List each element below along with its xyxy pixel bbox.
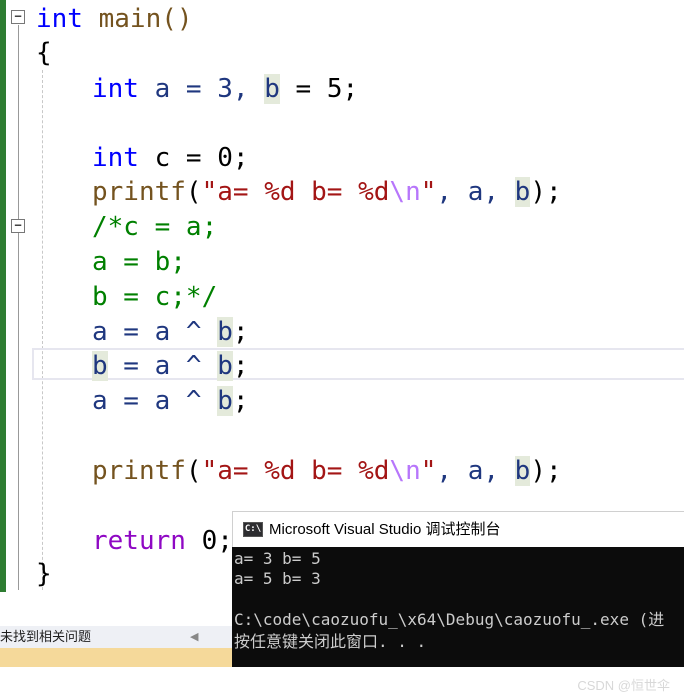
- highlighted-var-b: b: [514, 456, 531, 486]
- console-line: 按任意键关闭此窗口. . .: [234, 632, 427, 651]
- code-line[interactable]: b = a ^ b;: [92, 349, 249, 383]
- comment-line[interactable]: b = c;*/: [92, 280, 217, 314]
- code-text: , a,: [436, 456, 515, 486]
- code-line[interactable]: int a = 3, b = 5;: [92, 72, 358, 106]
- function-main: main(): [82, 4, 193, 34]
- code-text: c = 0;: [138, 143, 249, 173]
- highlighted-var-b: b: [92, 351, 108, 381]
- function-printf: printf: [92, 177, 186, 207]
- keyword-return: return: [92, 526, 186, 556]
- console-output[interactable]: a= 3 b= 5 a= 5 b= 3 C:\code\caozuofu_\x6…: [232, 547, 684, 693]
- keyword-int: int: [36, 4, 83, 34]
- console-app-icon: C:\: [243, 522, 263, 537]
- code-text: a: [92, 386, 108, 416]
- highlighted-var-b: b: [217, 351, 233, 381]
- code-text: ;: [232, 386, 249, 416]
- function-printf: printf: [92, 456, 186, 486]
- comment-line[interactable]: a = b;: [92, 245, 186, 279]
- code-line[interactable]: int c = 0;: [92, 141, 249, 175]
- code-text: a = 3,: [138, 74, 265, 104]
- comment-text: /*c = a;: [92, 212, 218, 242]
- code-line[interactable]: a = a ^ b;: [92, 315, 249, 349]
- code-text: (: [185, 177, 202, 207]
- string-literal: "a= %d b= %d: [201, 456, 390, 486]
- editor-bottom-area: [0, 592, 232, 626]
- status-strip: [0, 648, 240, 667]
- code-line[interactable]: {: [36, 36, 52, 70]
- code-line[interactable]: a = a ^ b;: [92, 384, 249, 418]
- indent-guide: [42, 70, 43, 590]
- string-literal: ": [420, 456, 437, 486]
- debug-console-window[interactable]: C:\ Microsoft Visual Studio 调试控制台 a= 3 b…: [232, 511, 684, 693]
- code-text: = 5;: [279, 74, 359, 104]
- highlighted-var-b: b: [217, 386, 233, 416]
- code-line[interactable]: return 0;: [92, 524, 233, 558]
- comment-text: a = b;: [92, 247, 186, 277]
- code-text: = a ^: [107, 351, 218, 381]
- code-text: );: [530, 177, 562, 207]
- editor-gutter: [6, 0, 32, 592]
- string-literal: "a= %d b= %d: [201, 177, 390, 207]
- escape-sequence: \n: [389, 177, 421, 207]
- keyword-int: int: [92, 143, 139, 173]
- console-title: Microsoft Visual Studio 调试控制台: [269, 521, 501, 538]
- code-text: a: [92, 317, 108, 347]
- code-line[interactable]: printf("a= %d b= %d\n", a, b);: [92, 454, 562, 488]
- code-text: (: [185, 456, 202, 486]
- brace-open: {: [36, 38, 52, 68]
- code-text: ;: [232, 351, 249, 381]
- status-bar: 未找到相关问题 ◀: [0, 626, 240, 648]
- keyword-int: int: [92, 74, 139, 104]
- code-text: 0;: [185, 526, 233, 556]
- string-literal: ": [420, 177, 437, 207]
- code-text: ;: [232, 317, 249, 347]
- code-text: = a ^: [107, 317, 218, 347]
- code-line[interactable]: }: [36, 557, 52, 591]
- console-title-bar[interactable]: C:\ Microsoft Visual Studio 调试控制台: [232, 511, 684, 547]
- console-line: a= 5 b= 3: [234, 569, 321, 588]
- fold-toggle-main-icon[interactable]: −: [11, 10, 25, 24]
- highlighted-var-b: b: [217, 317, 233, 347]
- code-text: );: [530, 456, 562, 486]
- watermark: CSDN @恒世伞: [577, 678, 670, 693]
- brace-close: }: [36, 559, 52, 589]
- code-editor[interactable]: − − int main() { int a = 3, b = 5; int c…: [0, 0, 684, 592]
- status-no-issues-text: 未找到相关问题: [0, 629, 92, 644]
- fold-line: [18, 25, 19, 590]
- scroll-left-icon[interactable]: ◀: [190, 626, 198, 648]
- console-line: a= 3 b= 5: [234, 549, 321, 568]
- comment-text: b = c;*/: [92, 282, 218, 312]
- console-line: C:\code\caozuofu_\x64\Debug\caozuofu_.ex…: [234, 610, 665, 629]
- escape-sequence: \n: [389, 456, 421, 486]
- code-text: , a,: [436, 177, 515, 207]
- code-line[interactable]: printf("a= %d b= %d\n", a, b);: [92, 175, 562, 209]
- comment-line[interactable]: /*c = a;: [92, 210, 217, 244]
- code-line[interactable]: int main(): [36, 2, 193, 36]
- code-text: = a ^: [107, 386, 218, 416]
- highlighted-var-b: b: [264, 74, 280, 104]
- fold-toggle-comment-icon[interactable]: −: [11, 219, 25, 233]
- highlighted-var-b: b: [514, 177, 531, 207]
